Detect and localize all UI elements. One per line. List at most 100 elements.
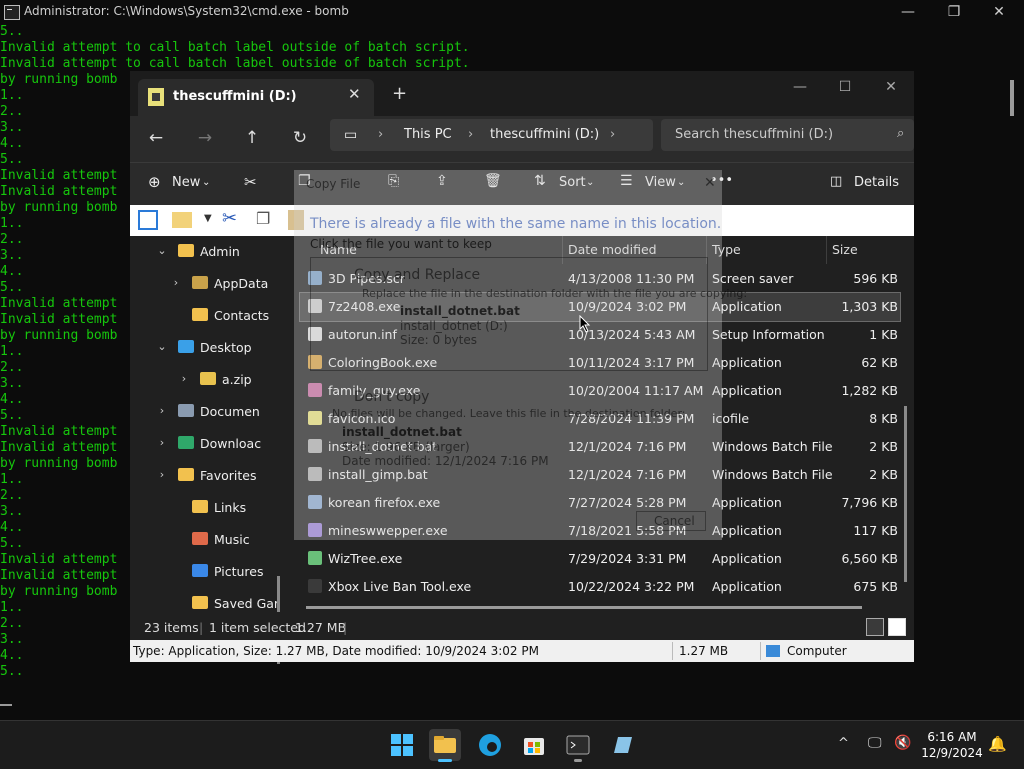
minimize-icon[interactable]: — (894, 2, 922, 22)
chevron-right-icon[interactable]: › (156, 468, 168, 481)
chevron-up-icon[interactable]: ^ (838, 736, 849, 751)
volume-muted-icon[interactable]: 🔇 (894, 735, 911, 751)
chevron-down-icon[interactable]: ⌄ (156, 244, 168, 257)
taskbar-file-explorer[interactable] (429, 729, 461, 762)
breadcrumb-this-pc[interactable]: This PC (404, 127, 452, 142)
new-tab-icon[interactable]: + (392, 83, 407, 104)
file-row[interactable]: autorun.inf 10/13/2024 5:43 AM Setup Infor… (300, 321, 900, 349)
explorer-tab[interactable]: thescuffmini (D:) ✕ (138, 79, 374, 116)
new-button[interactable]: New (172, 175, 200, 190)
sort-button[interactable]: Sort (559, 175, 586, 190)
copy-icon[interactable]: ❐ (298, 173, 311, 189)
details-button[interactable]: Details (854, 175, 899, 190)
column-separator[interactable] (706, 236, 707, 264)
properties-check-icon[interactable] (172, 212, 192, 228)
nav-item[interactable]: › Favorites (156, 464, 306, 488)
nav-item[interactable]: Links (170, 496, 320, 520)
column-separator[interactable] (562, 236, 563, 264)
windows-logo-icon (391, 734, 413, 756)
start-button[interactable] (386, 729, 418, 761)
chevron-right-icon[interactable]: › (156, 436, 168, 449)
column-separator[interactable] (826, 236, 827, 264)
chevron-down-icon: ⌄ (202, 177, 211, 188)
sort-icon: ⇅ (534, 173, 546, 189)
breadcrumb[interactable]: ▭ › This PC › thescuffmini (D:) › (330, 119, 653, 151)
nav-item[interactable]: › Downloac (156, 432, 306, 456)
search-icon: ⌕ (897, 126, 905, 141)
forward-arrow-icon[interactable]: → (193, 126, 217, 150)
file-date: 7/28/2024 11:39 PM (568, 411, 695, 426)
cmd-titlebar[interactable]: Administrator: C:\Windows\System32\cmd.e… (0, 0, 1024, 24)
column-header-type[interactable]: Type (712, 242, 741, 257)
nav-item[interactable]: › Documen (156, 400, 306, 424)
chevron-right-icon[interactable]: › (170, 276, 182, 289)
up-arrow-icon[interactable]: ↑ (240, 126, 264, 150)
file-list-scrollbar[interactable] (904, 406, 907, 582)
maximize-icon[interactable]: ❐ (940, 2, 968, 22)
chevron-right-icon[interactable]: › (178, 372, 190, 385)
file-row[interactable]: install_gimp.bat 12/1/2024 7:16 PM Windows… (300, 461, 900, 489)
view-button[interactable]: View (645, 175, 676, 190)
tiles-view-icon[interactable] (888, 618, 906, 636)
refresh-icon[interactable]: ↻ (288, 126, 312, 150)
nav-item[interactable]: › AppData (170, 272, 320, 296)
taskbar-terminal[interactable] (562, 729, 594, 762)
classic-cut-icon[interactable]: ✂ (222, 208, 237, 229)
nav-item[interactable]: Contacts (170, 304, 320, 328)
classic-status-size: 1.27 MB (679, 644, 729, 658)
taskbar-notepad[interactable] (606, 729, 638, 761)
file-row[interactable]: korean firefox.exe 7/27/2024 5:28 PM Appli… (300, 489, 900, 517)
close-icon[interactable]: ✕ (985, 2, 1013, 22)
column-header-size[interactable]: Size (832, 242, 858, 257)
notification-bell-icon[interactable]: 🔔 (988, 735, 1007, 753)
file-row[interactable]: mineswwepper.exe 7/18/2021 5:58 PM Applica… (300, 517, 900, 545)
file-row[interactable]: ColoringBook.exe 10/11/2024 3:17 PM Applic… (300, 349, 900, 377)
back-arrow-icon[interactable]: ← (144, 126, 168, 150)
nav-item[interactable]: ⌄ Desktop (156, 336, 306, 360)
classic-paste-icon[interactable] (288, 210, 304, 230)
nav-item[interactable]: ⌄ Admin (156, 240, 306, 264)
running-indicator (574, 759, 582, 762)
breadcrumb-drive[interactable]: thescuffmini (D:) (490, 127, 599, 142)
explorer-minimize-icon[interactable]: — (785, 79, 815, 101)
cmd-scrollbar[interactable] (1010, 80, 1014, 116)
chevron-down-icon[interactable]: ⌄ (156, 340, 168, 353)
file-row[interactable]: Xbox Live Ban Tool.exe 10/22/2024 3:22 PM… (300, 573, 900, 601)
file-size: 1,282 KB (841, 383, 898, 398)
computer-icon (766, 645, 780, 657)
file-row[interactable]: favicon.ico 7/28/2024 11:39 PM icofile 8 KB (300, 405, 900, 433)
chevron-right-icon[interactable]: › (610, 127, 615, 142)
file-row[interactable]: install_dotnet.bat 12/1/2024 7:16 PM Windo… (300, 433, 900, 461)
pane-toggle-icon[interactable] (138, 210, 158, 230)
more-options-icon[interactable]: ••• (710, 173, 733, 188)
column-header-date[interactable]: Date modified (568, 242, 657, 257)
rename-icon[interactable]: ⎘ (388, 173, 399, 189)
tab-close-icon[interactable]: ✕ (348, 85, 361, 103)
cut-icon[interactable]: ✂ (244, 173, 257, 191)
network-icon[interactable]: 🖵 (868, 735, 882, 751)
file-size: 1 KB (869, 327, 898, 342)
nav-item[interactable]: Pictures (170, 560, 320, 584)
classic-copy-icon[interactable]: ❐ (256, 209, 270, 228)
details-view-icon[interactable] (866, 618, 884, 636)
column-header-name[interactable]: Name (320, 242, 357, 257)
delete-icon[interactable]: 🗑 (484, 173, 502, 189)
taskbar-store[interactable] (518, 729, 550, 761)
file-row[interactable]: 3D Pipes.scr 4/13/2008 11:30 PM Screen sav… (300, 265, 900, 293)
dropdown-arrow-icon[interactable]: ▼ (204, 213, 212, 224)
nav-item[interactable]: Music (170, 528, 320, 552)
new-plus-icon[interactable]: ⊕ (148, 173, 161, 191)
file-list-hscrollbar[interactable] (306, 606, 862, 609)
explorer-close-icon[interactable]: ✕ (876, 79, 906, 101)
file-row[interactable]: 7z2408.exe 10/9/2024 3:02 PM Application 1,… (299, 292, 901, 322)
search-input[interactable]: Search thescuffmini (D:) ⌕ (661, 119, 914, 151)
details-pane-icon: ◫ (830, 174, 843, 189)
system-clock[interactable]: 6:16 AM 12/9/2024 (918, 729, 986, 761)
explorer-maximize-icon[interactable]: ☐ (830, 79, 860, 101)
taskbar-edge[interactable] (474, 729, 506, 761)
file-row[interactable]: WizTree.exe 7/29/2024 3:31 PM Application 6… (300, 545, 900, 573)
chevron-right-icon[interactable]: › (156, 404, 168, 417)
cmd-cursor (0, 704, 12, 706)
share-icon[interactable]: ⇪ (436, 173, 448, 189)
file-row[interactable]: family_guy.exe 10/20/2004 11:17 AM Applica… (300, 377, 900, 405)
